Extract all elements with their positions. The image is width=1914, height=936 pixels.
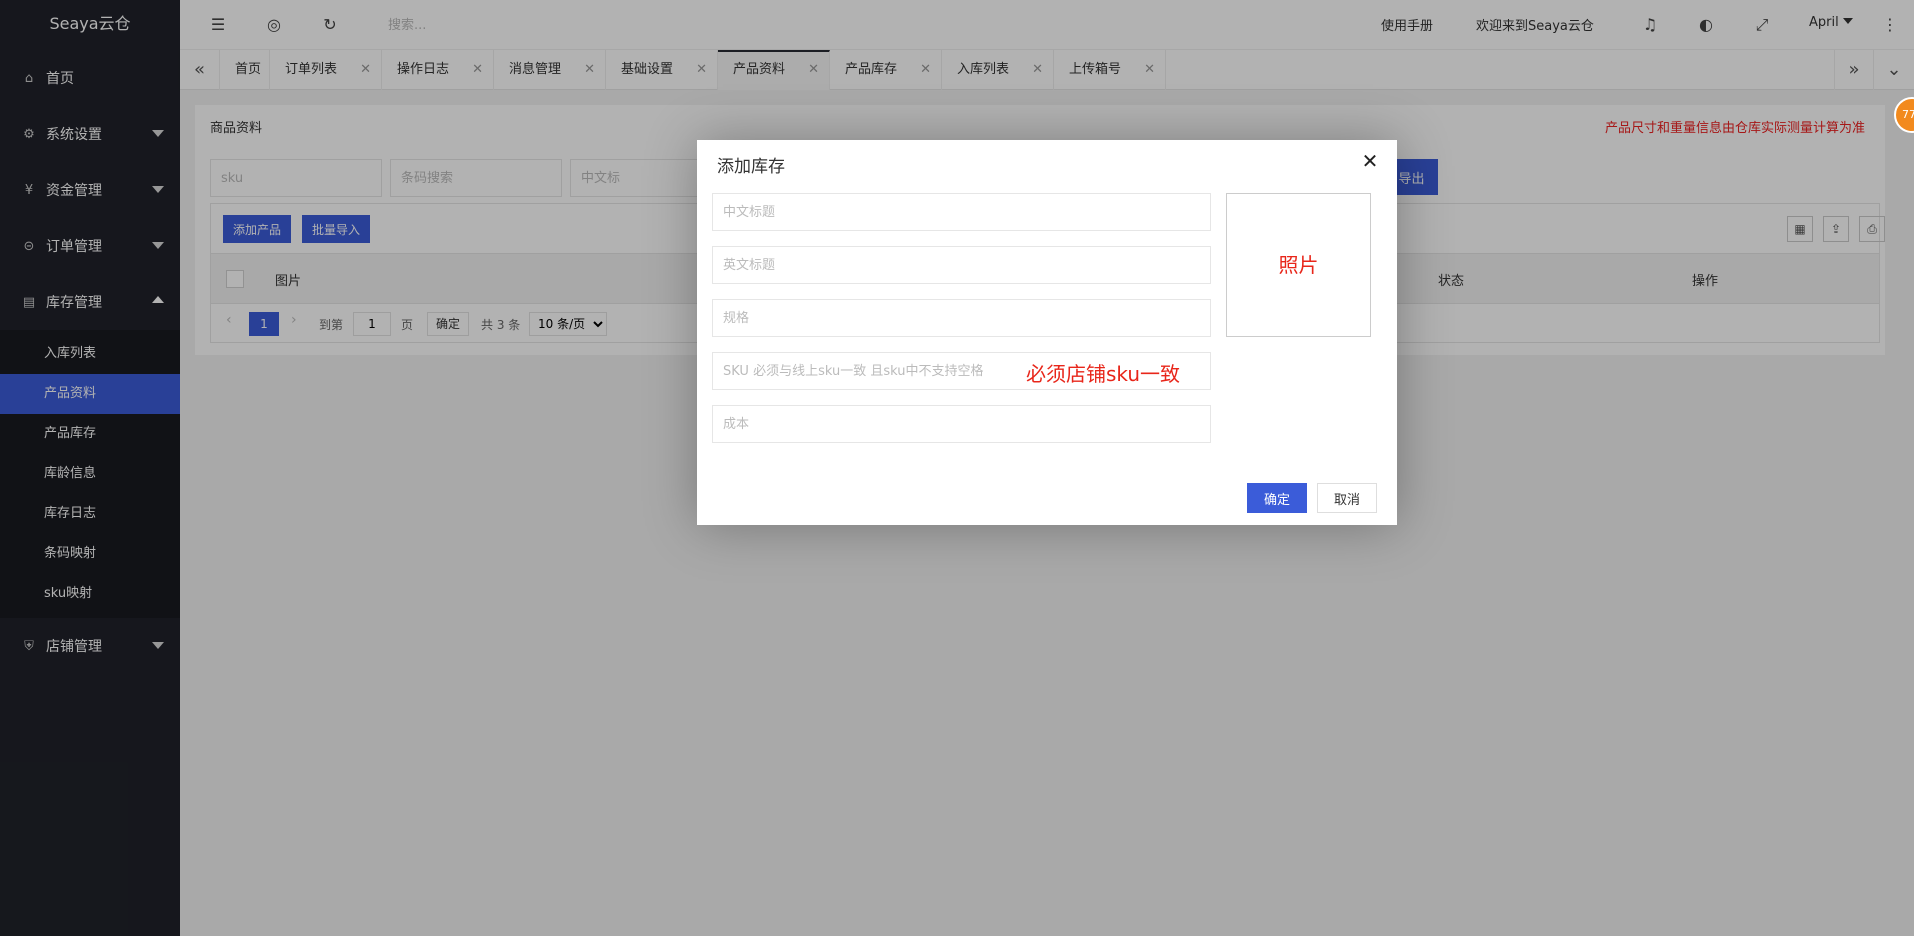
spec-input[interactable] — [712, 299, 1211, 337]
close-icon[interactable]: ✕ — [1359, 150, 1381, 172]
en-title-input[interactable] — [712, 246, 1211, 284]
sku-warning-note: 必须店铺sku一致 — [1026, 362, 1181, 386]
modal-title: 添加库存 — [717, 157, 785, 177]
cost-input[interactable] — [712, 405, 1211, 443]
cancel-button[interactable]: 取消 — [1317, 483, 1377, 513]
cn-title-input[interactable] — [712, 193, 1211, 231]
photo-upload[interactable]: 照片 — [1226, 193, 1371, 337]
confirm-button[interactable]: 确定 — [1247, 483, 1307, 513]
add-stock-modal: 添加库存 ✕ 必须店铺sku一致 照片 确定 取消 — [697, 140, 1397, 525]
